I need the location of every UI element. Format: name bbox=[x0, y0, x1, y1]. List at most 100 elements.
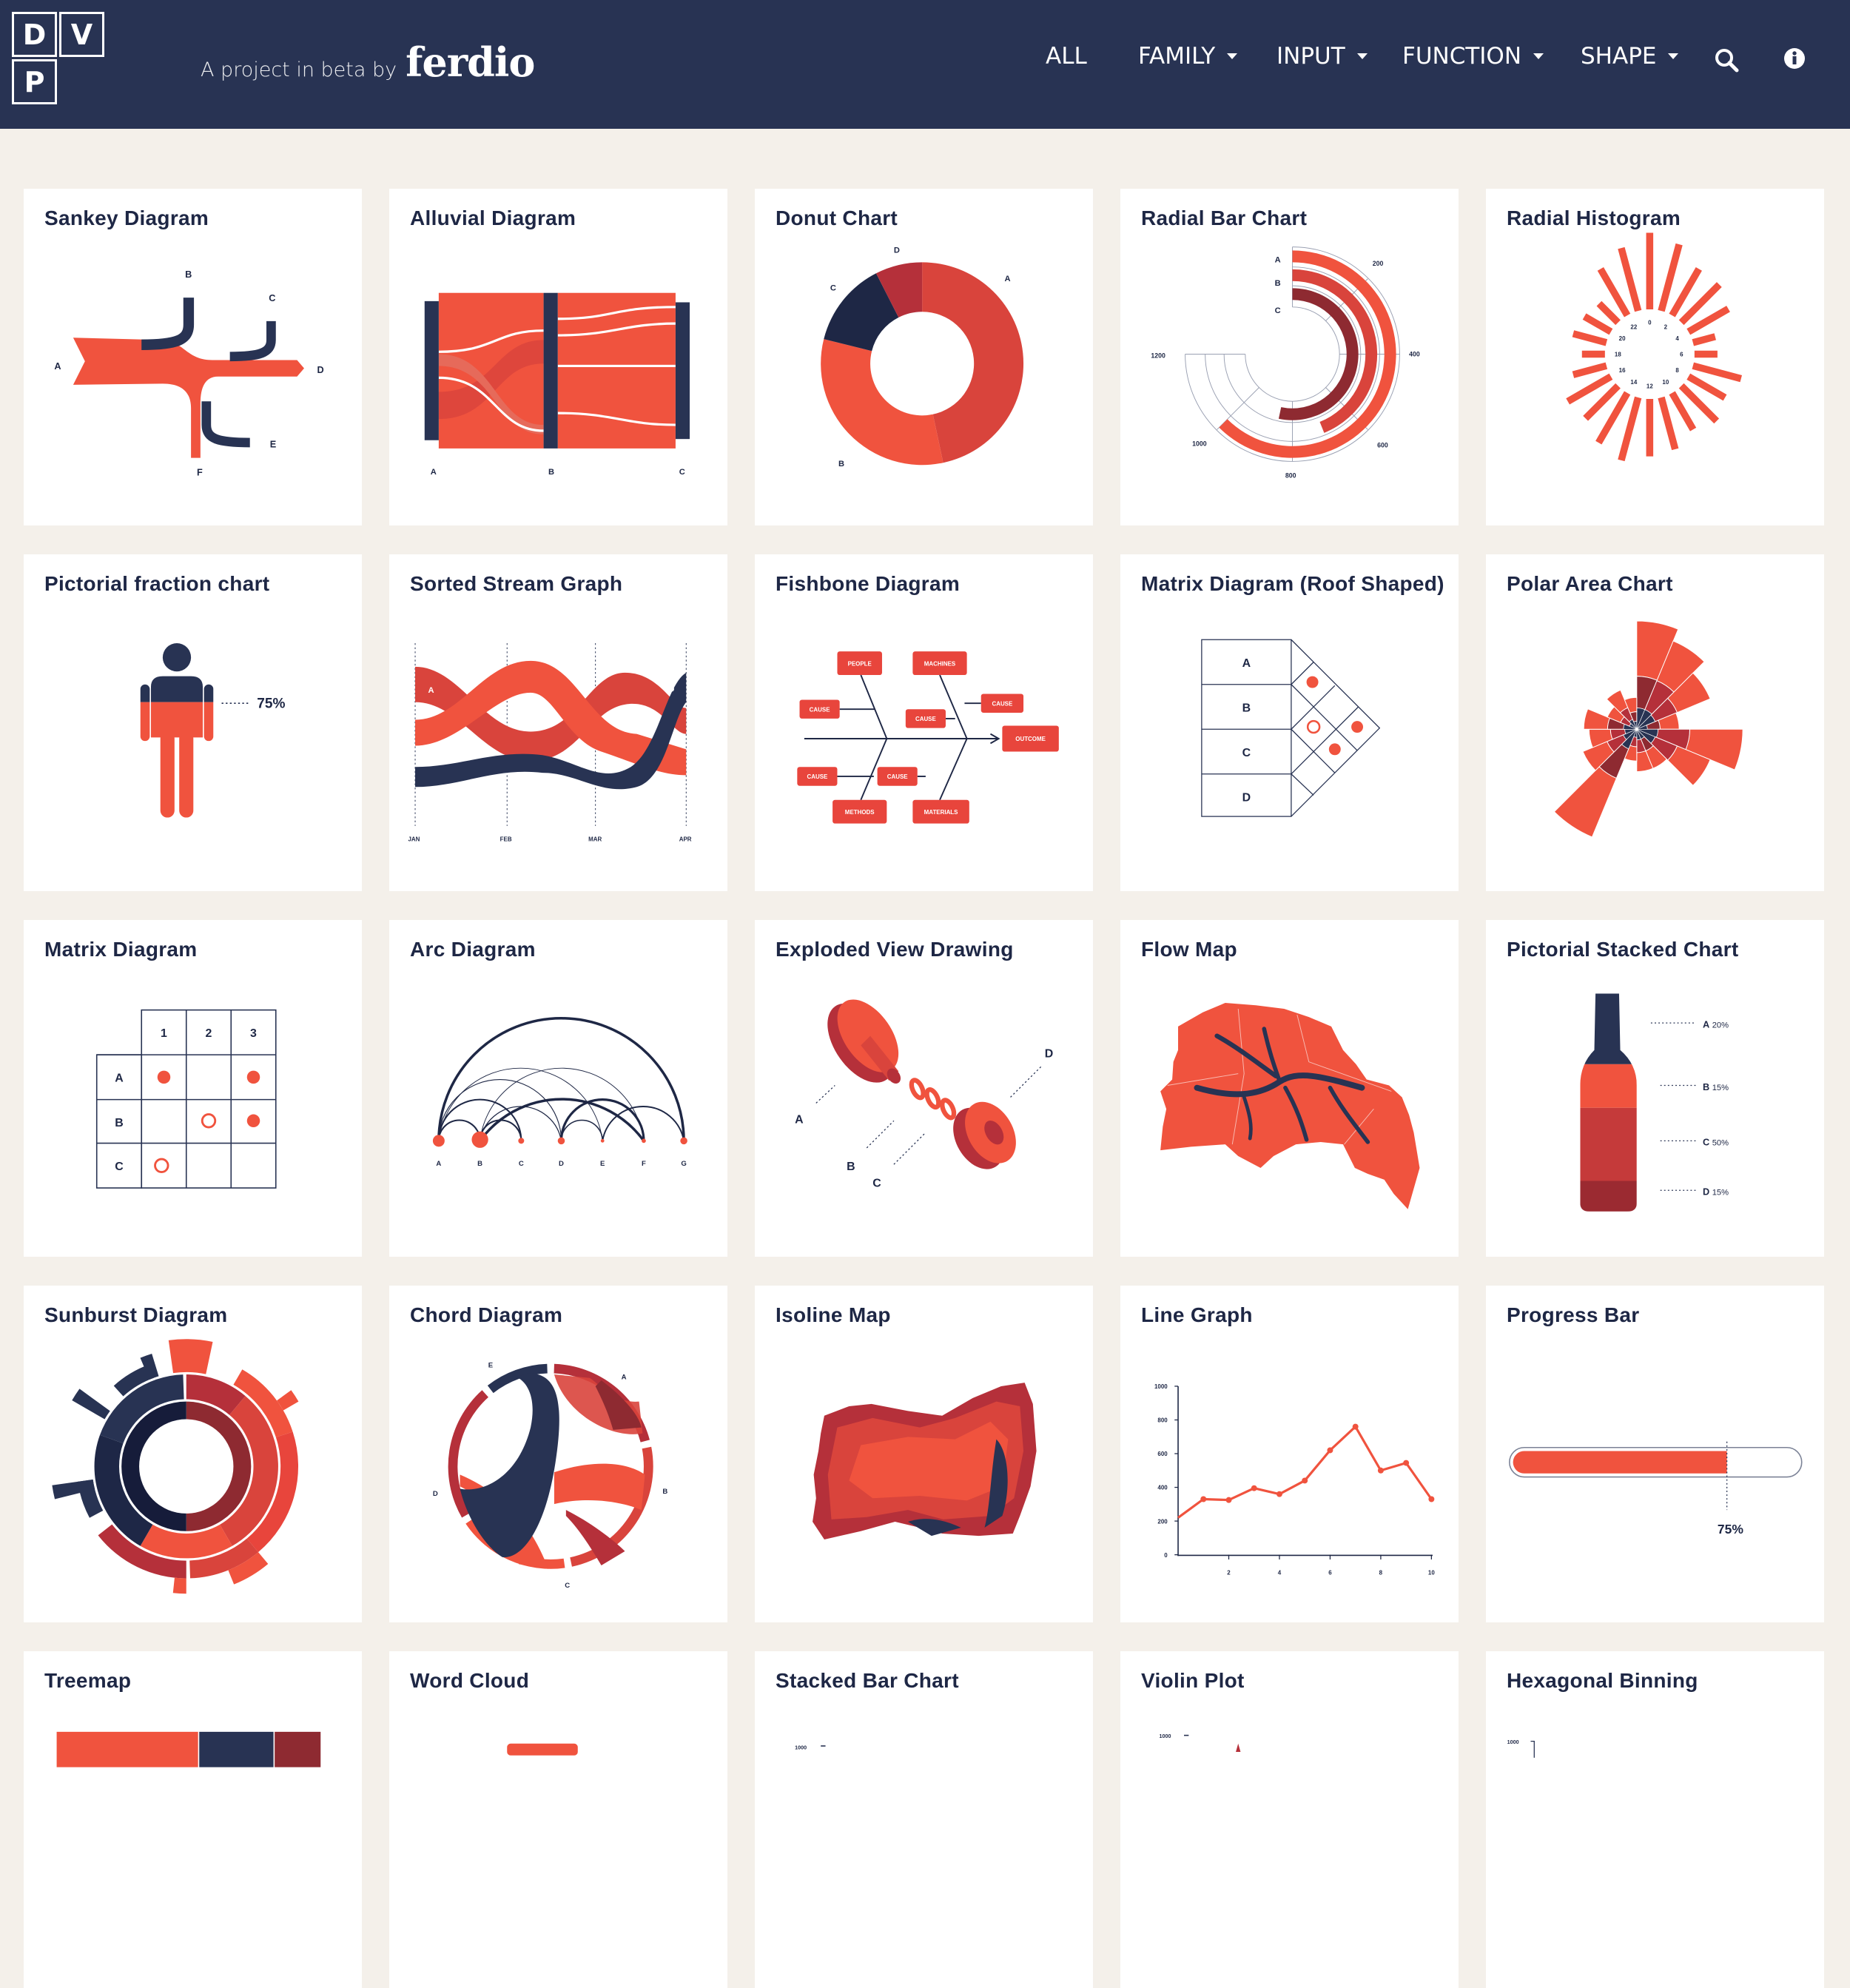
card-title: Donut Chart bbox=[776, 206, 898, 229]
data-point bbox=[1200, 1496, 1207, 1502]
card-sorted-stream-graph[interactable]: Sorted Stream Graph A B C D JAN FEB MAR … bbox=[389, 554, 727, 891]
isoline-thumbnail bbox=[813, 1383, 1037, 1539]
hour-label: 22 bbox=[1630, 323, 1637, 330]
card-matrix-diagram[interactable]: Matrix Diagram 1 2 3 A B C bbox=[24, 920, 362, 1257]
box-outcome: OUTCOME bbox=[1015, 736, 1046, 742]
nav-input-label: INPUT bbox=[1276, 43, 1345, 70]
radial-bar-thumbnail: A B C 200 400 600 800 1000 1200 bbox=[1151, 246, 1420, 480]
donut-slice-b bbox=[821, 339, 944, 466]
card-flow-map[interactable]: Flow Map bbox=[1120, 920, 1459, 1257]
treemap-thumbnail bbox=[56, 1731, 321, 1767]
pictorial-fraction-thumbnail: 75% bbox=[140, 643, 286, 818]
dot-filled bbox=[157, 1070, 171, 1084]
card-exploded-view-drawing[interactable]: Exploded View Drawing A B C D bbox=[755, 920, 1093, 1257]
card-title: Pictorial Stacked Chart bbox=[1507, 938, 1739, 961]
histogram-bar bbox=[1572, 362, 1608, 378]
caret-down-icon bbox=[1533, 53, 1544, 59]
card-chord-diagram[interactable]: Chord Diagram E A B C D bbox=[389, 1286, 727, 1622]
card-fishbone-diagram[interactable]: Fishbone Diagram PEOPLE MACHINES CAUSE C… bbox=[755, 554, 1093, 891]
donut-slice-a bbox=[922, 262, 1024, 463]
violin-thumbnail: 1000 bbox=[1160, 1733, 1241, 1752]
dot-open bbox=[154, 1158, 169, 1173]
nav-all[interactable]: ALL bbox=[1046, 43, 1087, 70]
label-c: C bbox=[830, 284, 836, 293]
month-mar: MAR bbox=[588, 836, 602, 843]
progress-thumbnail: 75% bbox=[1509, 1441, 1803, 1537]
card-sankey-diagram[interactable]: Sankey Diagram A B C D E F bbox=[24, 189, 362, 525]
hexbin-thumbnail: 1000 bbox=[1507, 1739, 1535, 1758]
node-d: D bbox=[559, 1160, 564, 1168]
label-d: D bbox=[894, 246, 900, 255]
y-tick: 1000 bbox=[1160, 1733, 1171, 1739]
dvp-logo[interactable]: D V P bbox=[12, 12, 108, 108]
row-d: D bbox=[1242, 791, 1251, 804]
box-methods: METHODS bbox=[845, 809, 875, 816]
map-region bbox=[1160, 1003, 1420, 1209]
node-e: E bbox=[600, 1160, 605, 1168]
card-pictorial-fraction-chart[interactable]: Pictorial fraction chart 75% bbox=[24, 554, 362, 891]
logo-letter-p: P bbox=[12, 59, 57, 104]
label-a: A bbox=[428, 686, 434, 695]
bottle-thumbnail: A 20% B 15% C 50% D 15% bbox=[1580, 993, 1729, 1212]
group-a: A bbox=[622, 1373, 627, 1381]
data-point bbox=[1251, 1485, 1257, 1491]
dot-filled bbox=[246, 1114, 260, 1128]
card-title: Chord Diagram bbox=[410, 1303, 563, 1326]
box-cause: CAUSE bbox=[992, 700, 1012, 707]
card-hexagonal-binning[interactable]: Hexagonal Binning 1000 bbox=[1486, 1651, 1824, 1988]
label-c: C bbox=[679, 468, 685, 477]
fraction-label: 75% bbox=[257, 696, 285, 712]
data-point bbox=[1403, 1460, 1410, 1466]
label-b: B bbox=[548, 468, 554, 477]
card-violin-plot[interactable]: Violin Plot 1000 bbox=[1120, 1651, 1459, 1988]
y-tick-label: 1000 bbox=[1154, 1383, 1168, 1390]
nav-function[interactable]: FUNCTION bbox=[1402, 43, 1544, 70]
info-icon[interactable] bbox=[1783, 47, 1806, 73]
nav-shape[interactable]: SHAPE bbox=[1581, 43, 1679, 70]
nav-input[interactable]: INPUT bbox=[1276, 43, 1368, 70]
label-a: A bbox=[1275, 255, 1281, 264]
box-cause: CAUSE bbox=[887, 773, 908, 780]
card-donut-chart[interactable]: Donut Chart D A C B bbox=[755, 189, 1093, 525]
card-arc-diagram[interactable]: Arc Diagram A B C D E F G bbox=[389, 920, 727, 1257]
card-treemap[interactable]: Treemap bbox=[24, 1651, 362, 1988]
tick-1000: 1000 bbox=[1192, 440, 1207, 448]
card-pictorial-stacked-chart[interactable]: Pictorial Stacked Chart A 20% B 15% C 50… bbox=[1486, 920, 1824, 1257]
progress-fill bbox=[1513, 1451, 1727, 1474]
dot-open bbox=[201, 1113, 217, 1129]
matrix-thumbnail: 1 2 3 A B C bbox=[95, 1009, 277, 1189]
disk-part bbox=[953, 1101, 1016, 1169]
ferdio-link[interactable]: ferdio bbox=[406, 38, 535, 86]
card-title: Flow Map bbox=[1141, 938, 1237, 961]
card-title: Isoline Map bbox=[776, 1303, 891, 1326]
x-tick-label: 6 bbox=[1328, 1570, 1332, 1576]
card-alluvial-diagram[interactable]: Alluvial Diagram A B C bbox=[389, 189, 727, 525]
row-c: C bbox=[1242, 747, 1251, 759]
card-radial-bar-chart[interactable]: Radial Bar Chart A B C 200 400 600 800 1… bbox=[1120, 189, 1459, 525]
card-isoline-map[interactable]: Isoline Map bbox=[755, 1286, 1093, 1622]
label-a: A bbox=[1005, 275, 1011, 283]
segment-a-label: A 20% bbox=[1703, 1018, 1729, 1030]
nav-family[interactable]: FAMILY bbox=[1138, 43, 1238, 70]
hour-label: 12 bbox=[1646, 383, 1653, 390]
alluvial-node-a bbox=[424, 300, 439, 440]
card-sunburst-diagram[interactable]: Sunburst Diagram bbox=[24, 1286, 362, 1622]
group-b: B bbox=[662, 1488, 667, 1496]
card-radial-histogram[interactable]: Radial Histogram 0 2 4 6 8 10 12 14 16 18 20 22 bbox=[1486, 189, 1824, 525]
label-c: C bbox=[269, 292, 275, 303]
card-stacked-bar-chart[interactable]: Stacked Bar Chart 1000 bbox=[755, 1651, 1093, 1988]
card-word-cloud[interactable]: Word Cloud bbox=[389, 1651, 727, 1988]
card-line-graph[interactable]: Line Graph 0 200 400 600 800 1000 2 4 6 8 10 bbox=[1120, 1286, 1459, 1622]
card-title: Matrix Diagram (Roof Shaped) bbox=[1141, 572, 1444, 595]
y-tick-label: 800 bbox=[1157, 1417, 1168, 1424]
card-title: Polar Area Chart bbox=[1507, 572, 1673, 595]
card-progress-bar[interactable]: Progress Bar 75% bbox=[1486, 1286, 1824, 1622]
hour-label: 10 bbox=[1662, 379, 1669, 386]
axes bbox=[1177, 1386, 1433, 1557]
card-matrix-diagram-roof-shaped[interactable]: Matrix Diagram (Roof Shaped) A B C D bbox=[1120, 554, 1459, 891]
search-icon[interactable] bbox=[1714, 47, 1739, 76]
hour-label: 20 bbox=[1619, 335, 1626, 342]
segment-b-label: B 15% bbox=[1703, 1081, 1729, 1092]
arc-links bbox=[437, 1017, 685, 1142]
card-polar-area-chart[interactable]: Polar Area Chart bbox=[1486, 554, 1824, 891]
